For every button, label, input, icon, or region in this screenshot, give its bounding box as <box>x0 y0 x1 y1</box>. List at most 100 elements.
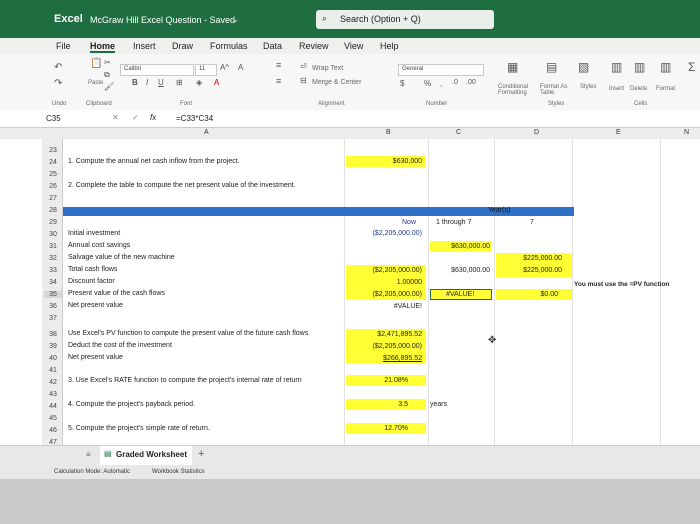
cell-c35[interactable]: #VALUE! <box>446 291 474 298</box>
cell-b24[interactable]: $630,000 <box>346 158 422 165</box>
row-44[interactable]: 44 <box>44 403 62 410</box>
row-33[interactable]: 33 <box>44 267 62 274</box>
row-30[interactable]: 30 <box>44 231 62 238</box>
format-cells-label[interactable]: Format <box>656 86 675 92</box>
row-37[interactable]: 37 <box>44 315 62 322</box>
paste-icon[interactable]: 📋 <box>90 58 102 69</box>
col-header-d[interactable]: D <box>534 129 539 136</box>
cell-d32[interactable]: $225,000.00 <box>496 255 562 262</box>
cell-b30[interactable]: ($2,205,000.00) <box>346 230 422 237</box>
row-31[interactable]: 31 <box>44 243 62 250</box>
conditional-formatting-icon[interactable]: ▦ <box>507 60 518 74</box>
currency-button[interactable]: $ <box>400 79 404 88</box>
document-title[interactable]: McGraw Hill Excel Question - Saved <box>90 15 235 25</box>
row-27[interactable]: 27 <box>44 195 62 202</box>
fill-color-icon[interactable]: ◈ <box>196 78 202 87</box>
row-26[interactable]: 26 <box>44 183 62 190</box>
tab-help[interactable]: Help <box>380 41 399 51</box>
workbook-statistics[interactable]: Workbook Statistics <box>152 469 205 475</box>
cell-b35[interactable]: ($2,205,000.00) <box>346 291 422 298</box>
row-23[interactable]: 23 <box>44 147 62 154</box>
col-header-b[interactable]: B <box>386 129 391 136</box>
bold-button[interactable]: B <box>132 78 138 87</box>
merge-center-label[interactable]: Merge & Center <box>312 79 361 86</box>
cell-b33[interactable]: ($2,205,000.00) <box>346 267 422 274</box>
cell-c31[interactable]: $630,000.00 <box>430 243 490 250</box>
row-43[interactable]: 43 <box>44 391 62 398</box>
cell-d33[interactable]: $225,000.00 <box>496 267 562 274</box>
row-32[interactable]: 32 <box>44 255 62 262</box>
tab-data[interactable]: Data <box>263 41 282 51</box>
cell-b44[interactable]: 3.5 <box>346 401 408 408</box>
insert-cells-icon[interactable]: ▥ <box>611 60 622 74</box>
wrap-text-button[interactable]: ⏎ <box>300 62 307 71</box>
format-as-table-icon[interactable]: ▤ <box>546 60 557 74</box>
row-25[interactable]: 25 <box>44 171 62 178</box>
formula-input[interactable]: =C33*C34 <box>176 114 213 123</box>
font-color-icon[interactable]: A <box>214 78 219 87</box>
decrease-decimal-icon[interactable]: .00 <box>466 79 476 86</box>
cell-b39[interactable]: ($2,205,000.00) <box>346 343 422 350</box>
italic-button[interactable]: I <box>146 78 148 87</box>
cell-b42[interactable]: 21.08% <box>346 377 408 384</box>
tab-home[interactable]: Home <box>90 41 116 53</box>
font-size-select[interactable]: 11 <box>195 64 217 76</box>
worksheet-grid[interactable]: Year(s) 1. Compute the annual net cash i… <box>0 139 700 445</box>
add-sheet-button[interactable]: + <box>198 448 204 460</box>
row-42[interactable]: 42 <box>44 379 62 386</box>
name-box[interactable]: C35 <box>46 114 61 123</box>
row-28[interactable]: 28 <box>44 207 62 214</box>
col-header-e[interactable]: E <box>616 129 621 136</box>
merge-center-icon[interactable]: ⊟ <box>300 76 307 85</box>
tab-insert[interactable]: Insert <box>133 41 156 51</box>
row-24[interactable]: 24 <box>44 159 62 166</box>
cell-b38[interactable]: $2,471,895.52 <box>346 331 422 338</box>
search-box[interactable]: ⌕ Search (Option + Q) <box>316 10 494 29</box>
shrink-font-button[interactable]: A <box>238 63 243 72</box>
tab-draw[interactable]: Draw <box>172 41 193 51</box>
insert-cells-label[interactable]: Insert <box>609 86 624 92</box>
align-left-icon[interactable]: ≡ <box>276 76 281 86</box>
chevron-down-icon[interactable]: ⌄ <box>232 15 239 24</box>
increase-decimal-icon[interactable]: .0 <box>452 79 458 86</box>
align-top-icon[interactable]: ≡ <box>276 60 281 70</box>
tab-review[interactable]: Review <box>299 41 329 51</box>
delete-cells-label[interactable]: Delete <box>630 86 647 92</box>
cell-b40[interactable]: $266,895.52 <box>346 355 422 362</box>
function-icon[interactable]: fx <box>150 113 156 122</box>
col-header-a[interactable]: A <box>204 129 209 136</box>
format-as-table-label[interactable]: Format As Table <box>540 84 576 96</box>
row-34[interactable]: 34 <box>44 279 62 286</box>
col-header-n[interactable]: N <box>684 129 689 136</box>
row-41[interactable]: 41 <box>44 367 62 374</box>
row-39[interactable]: 39 <box>44 343 62 350</box>
row-38[interactable]: 38 <box>44 331 62 338</box>
cell-b34[interactable]: 1.00000 <box>346 279 422 286</box>
sheet-tab-graded-worksheet[interactable]: ▤ Graded Worksheet <box>100 446 192 467</box>
cell-d35[interactable]: $0.00 <box>496 291 558 298</box>
redo-icon[interactable]: ↷ <box>54 78 62 89</box>
percent-button[interactable]: % <box>424 79 431 88</box>
number-format-select[interactable]: General <box>398 64 484 76</box>
cell-styles-label[interactable]: Styles <box>580 84 596 90</box>
row-36[interactable]: 36 <box>44 303 62 310</box>
cut-icon[interactable]: ✂ <box>104 58 111 67</box>
cell-c33[interactable]: $630,000.00 <box>430 267 490 274</box>
format-painter-icon[interactable]: 🖌 <box>104 82 114 91</box>
format-cells-icon[interactable]: ▥ <box>660 60 671 74</box>
underline-button[interactable]: U <box>158 78 164 87</box>
row-29[interactable]: 29 <box>44 219 62 226</box>
copy-icon[interactable]: ⧉ <box>104 70 110 80</box>
borders-icon[interactable]: ⊞ <box>176 78 183 87</box>
delete-cells-icon[interactable]: ▥ <box>634 60 645 74</box>
tab-view[interactable]: View <box>344 41 363 51</box>
autosum-icon[interactable]: Σ <box>688 60 695 74</box>
tab-file[interactable]: File <box>56 41 71 51</box>
col-header-c[interactable]: C <box>456 129 461 136</box>
row-46[interactable]: 46 <box>44 427 62 434</box>
enter-icon[interactable]: ✓ <box>132 113 139 122</box>
sheet-list-icon[interactable]: ≡ <box>86 450 91 459</box>
cell-b36[interactable]: #VALUE! <box>346 303 422 310</box>
cell-styles-icon[interactable]: ▧ <box>578 60 589 74</box>
font-name-select[interactable]: Calibri <box>120 64 194 76</box>
